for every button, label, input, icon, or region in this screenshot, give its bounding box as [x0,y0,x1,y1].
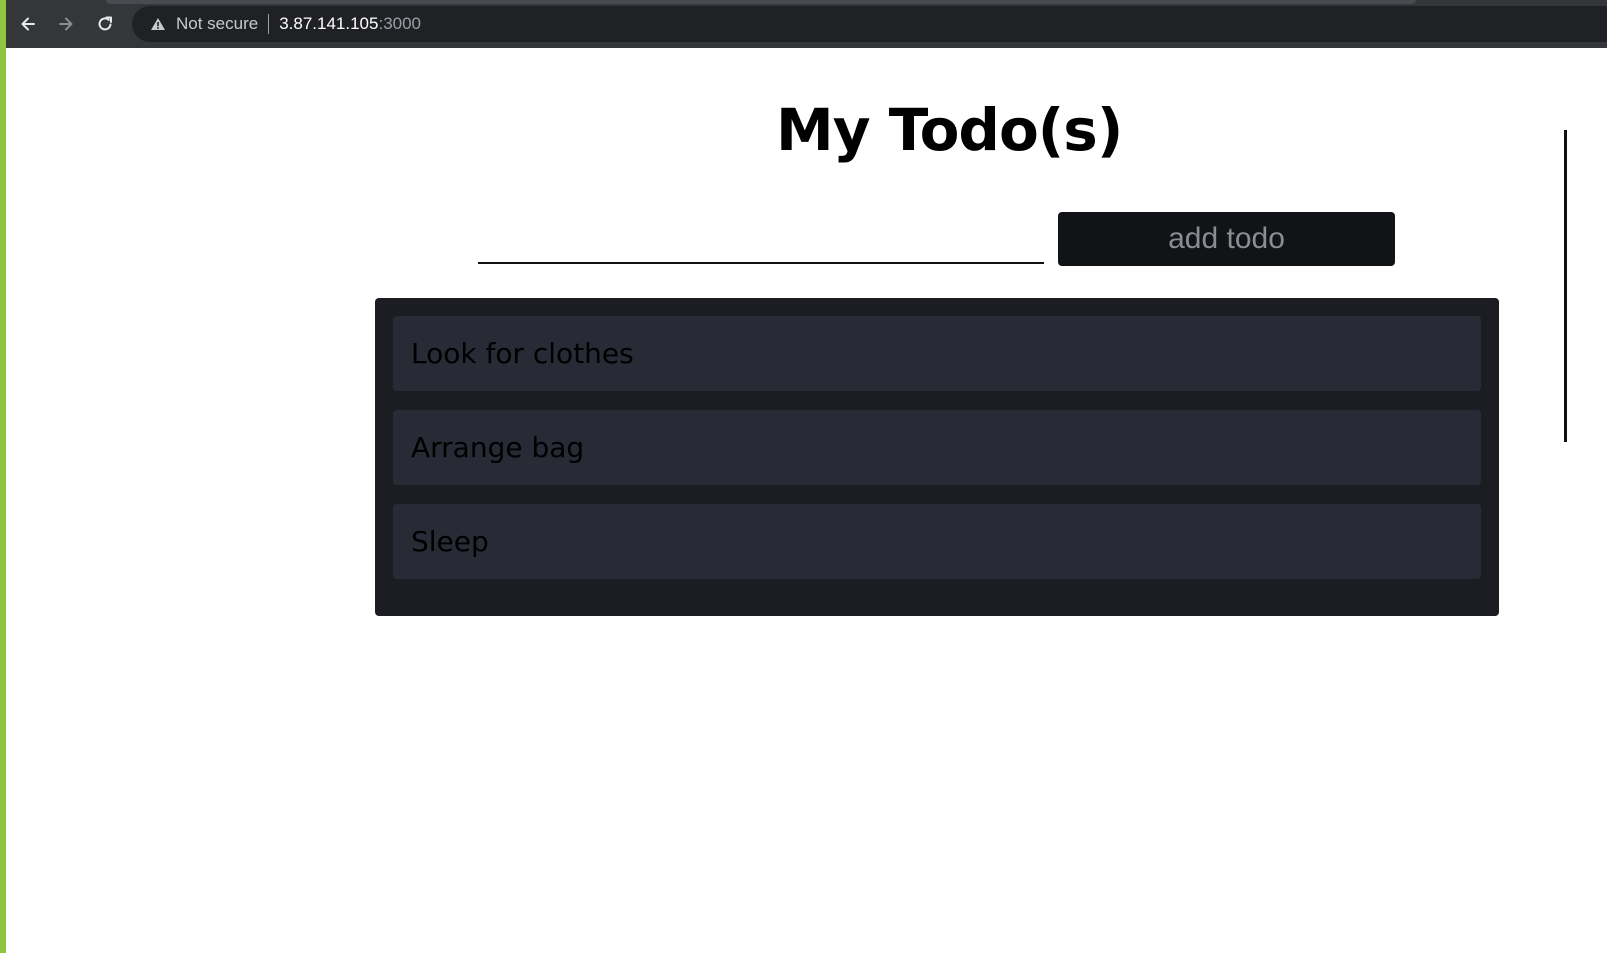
todo-item[interactable]: Sleep [393,504,1481,579]
address-bar[interactable]: Not secure 3.87.141.105 :3000 [132,6,1607,42]
page-title: My Todo(s) [776,96,1123,164]
url-host: 3.87.141.105 [279,14,379,33]
browser-toolbar: Not secure 3.87.141.105 :3000 [6,0,1607,48]
back-arrow-icon [21,17,35,31]
scrollbar[interactable] [1564,130,1567,442]
todo-input[interactable] [478,224,1044,264]
address-separator [268,14,270,34]
warning-icon[interactable] [150,16,166,32]
url-port: :3000 [378,14,422,33]
reload-icon [98,16,112,31]
left-edge-accent [0,0,6,953]
todo-item[interactable]: Look for clothes [393,316,1481,391]
tab-strip [106,0,1416,4]
security-label[interactable]: Not secure [176,14,258,34]
page: Not secure 3.87.141.105 :3000 My Todo(s)… [0,0,1607,953]
todo-list: Look for clothes Arrange bag Sleep [375,298,1499,616]
back-button[interactable] [14,10,42,38]
reload-button[interactable] [91,10,119,38]
forward-arrow-icon [59,17,73,31]
todo-item[interactable]: Arrange bag [393,410,1481,485]
forward-button[interactable] [52,10,80,38]
add-todo-button[interactable]: add todo [1058,212,1395,266]
